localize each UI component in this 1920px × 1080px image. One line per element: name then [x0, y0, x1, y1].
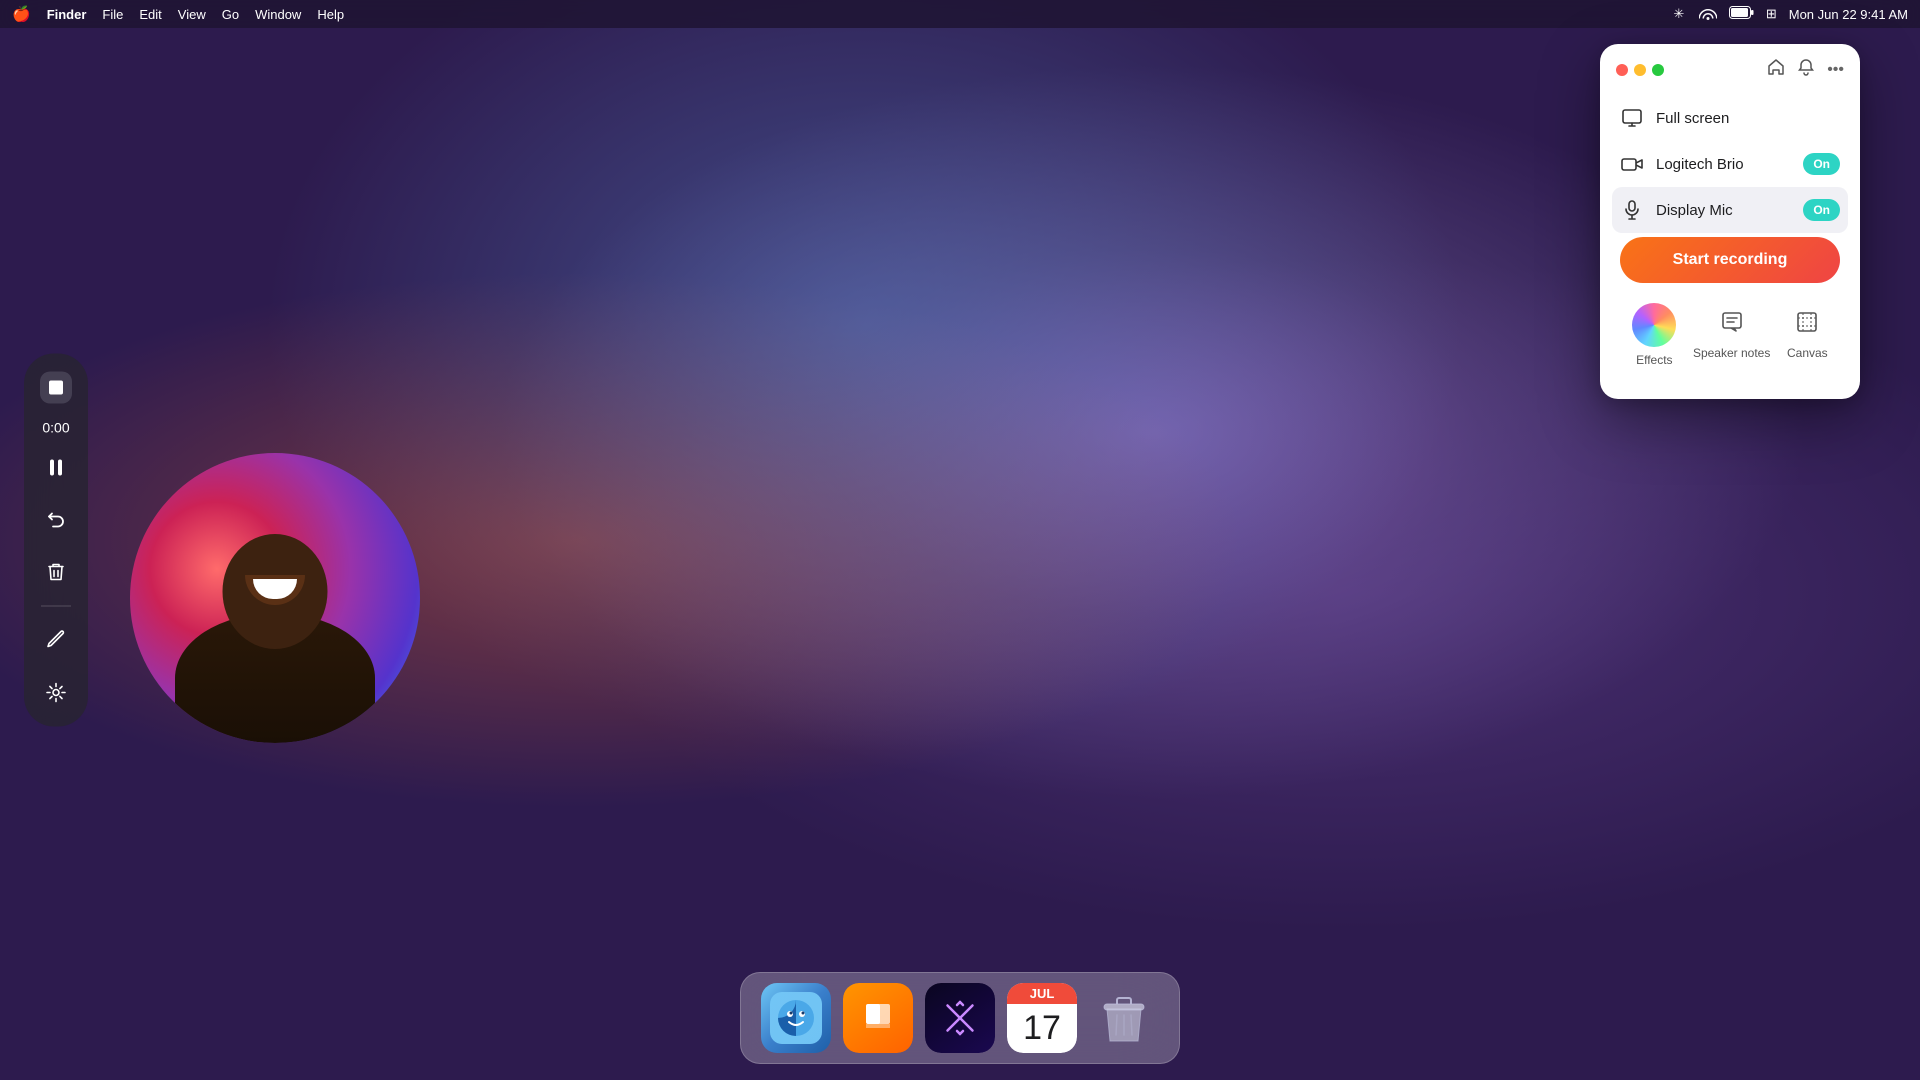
menu-window[interactable]: Window [255, 7, 301, 22]
camera-background [130, 453, 420, 743]
recording-panel: ••• Full screen Logitech Brio On [1600, 44, 1860, 399]
timer-display: 0:00 [42, 418, 69, 438]
datetime: Mon Jun 22 9:41 AM [1789, 7, 1908, 22]
dock-item-calendar[interactable]: JUL 17 [1007, 983, 1077, 1053]
panel-header: ••• [1600, 44, 1860, 91]
speaker-notes-icon [1720, 310, 1744, 340]
menu-file[interactable]: File [102, 7, 123, 22]
speaker-notes-button[interactable]: Speaker notes [1693, 310, 1770, 360]
finder-icon [761, 983, 831, 1053]
effects-button[interactable]: Effects [1632, 303, 1676, 367]
draw-button[interactable] [34, 619, 78, 663]
sparkles-icon [45, 682, 67, 704]
mic-label: Display Mic [1656, 202, 1791, 219]
camera-option[interactable]: Logitech Brio On [1612, 141, 1848, 187]
stop-button[interactable] [34, 366, 78, 410]
calendar-day: 17 [1007, 1004, 1077, 1053]
camera-feed [130, 453, 420, 743]
mic-toggle[interactable]: On [1803, 199, 1840, 221]
camera-icon [1620, 153, 1644, 175]
menu-bar: 🍎 Finder File Edit View Go Window Help ✳… [0, 0, 1920, 28]
app-name[interactable]: Finder [47, 7, 87, 22]
camera-label: Logitech Brio [1656, 156, 1791, 173]
notchmeister-dock-icon [925, 983, 995, 1053]
menu-help[interactable]: Help [317, 7, 344, 22]
speaker-notes-label: Speaker notes [1693, 346, 1770, 360]
full-screen-label: Full screen [1656, 110, 1840, 127]
undo-button[interactable] [34, 498, 78, 542]
minimize-button[interactable] [1634, 64, 1646, 76]
dock-item-trash[interactable] [1089, 983, 1159, 1053]
calendar-icon: JUL 17 [1007, 983, 1077, 1053]
dock-item-finder[interactable] [761, 983, 831, 1053]
toolbar-divider [41, 606, 71, 607]
mic-option[interactable]: Display Mic On [1612, 187, 1848, 233]
canvas-button[interactable]: Canvas [1787, 310, 1828, 360]
stop-icon [49, 381, 63, 395]
dock-item-books[interactable] [843, 983, 913, 1053]
traffic-lights [1616, 64, 1664, 76]
calendar-month: JUL [1007, 983, 1077, 1004]
start-recording-label: Start recording [1673, 251, 1788, 268]
close-button[interactable] [1616, 64, 1628, 76]
panel-footer: Effects Speaker notes [1612, 295, 1848, 383]
delete-button[interactable] [34, 550, 78, 594]
effects-circle-icon [1632, 303, 1676, 347]
effects-label: Effects [1636, 353, 1672, 367]
camera-toggle[interactable]: On [1803, 153, 1840, 175]
wifi-icon[interactable] [1699, 6, 1717, 23]
trash-icon [1089, 983, 1159, 1053]
left-toolbar: 0:00 [24, 354, 88, 727]
panel-body: Full screen Logitech Brio On Di [1600, 91, 1860, 399]
battery-icon[interactable] [1729, 6, 1754, 22]
menu-status-icon[interactable]: ⊞ [1766, 6, 1777, 22]
menu-edit[interactable]: Edit [139, 7, 161, 22]
dock-item-notchmeister[interactable] [925, 983, 995, 1053]
monitor-icon [1620, 107, 1644, 129]
dock: JUL 17 [740, 972, 1180, 1064]
more-icon[interactable]: ••• [1827, 61, 1844, 79]
pause-icon [50, 460, 62, 476]
menu-go[interactable]: Go [222, 7, 239, 22]
start-recording-button[interactable]: Start recording [1620, 237, 1840, 283]
effects-toolbar-button[interactable] [34, 671, 78, 715]
home-icon[interactable] [1767, 58, 1785, 81]
bell-icon[interactable] [1797, 58, 1815, 81]
apple-menu[interactable]: 🍎 [12, 5, 31, 23]
pause-button[interactable] [34, 446, 78, 490]
undo-icon [45, 509, 67, 531]
books-icon [843, 983, 913, 1053]
canvas-label: Canvas [1787, 346, 1828, 360]
panel-header-actions: ••• [1767, 58, 1844, 81]
full-screen-option[interactable]: Full screen [1612, 95, 1848, 141]
canvas-icon [1795, 310, 1819, 340]
notchmeister-icon[interactable]: ✳ [1671, 6, 1687, 22]
maximize-button[interactable] [1652, 64, 1664, 76]
mic-icon [1620, 199, 1644, 221]
menu-view[interactable]: View [178, 7, 206, 22]
draw-icon [45, 630, 67, 652]
delete-icon [45, 561, 67, 583]
